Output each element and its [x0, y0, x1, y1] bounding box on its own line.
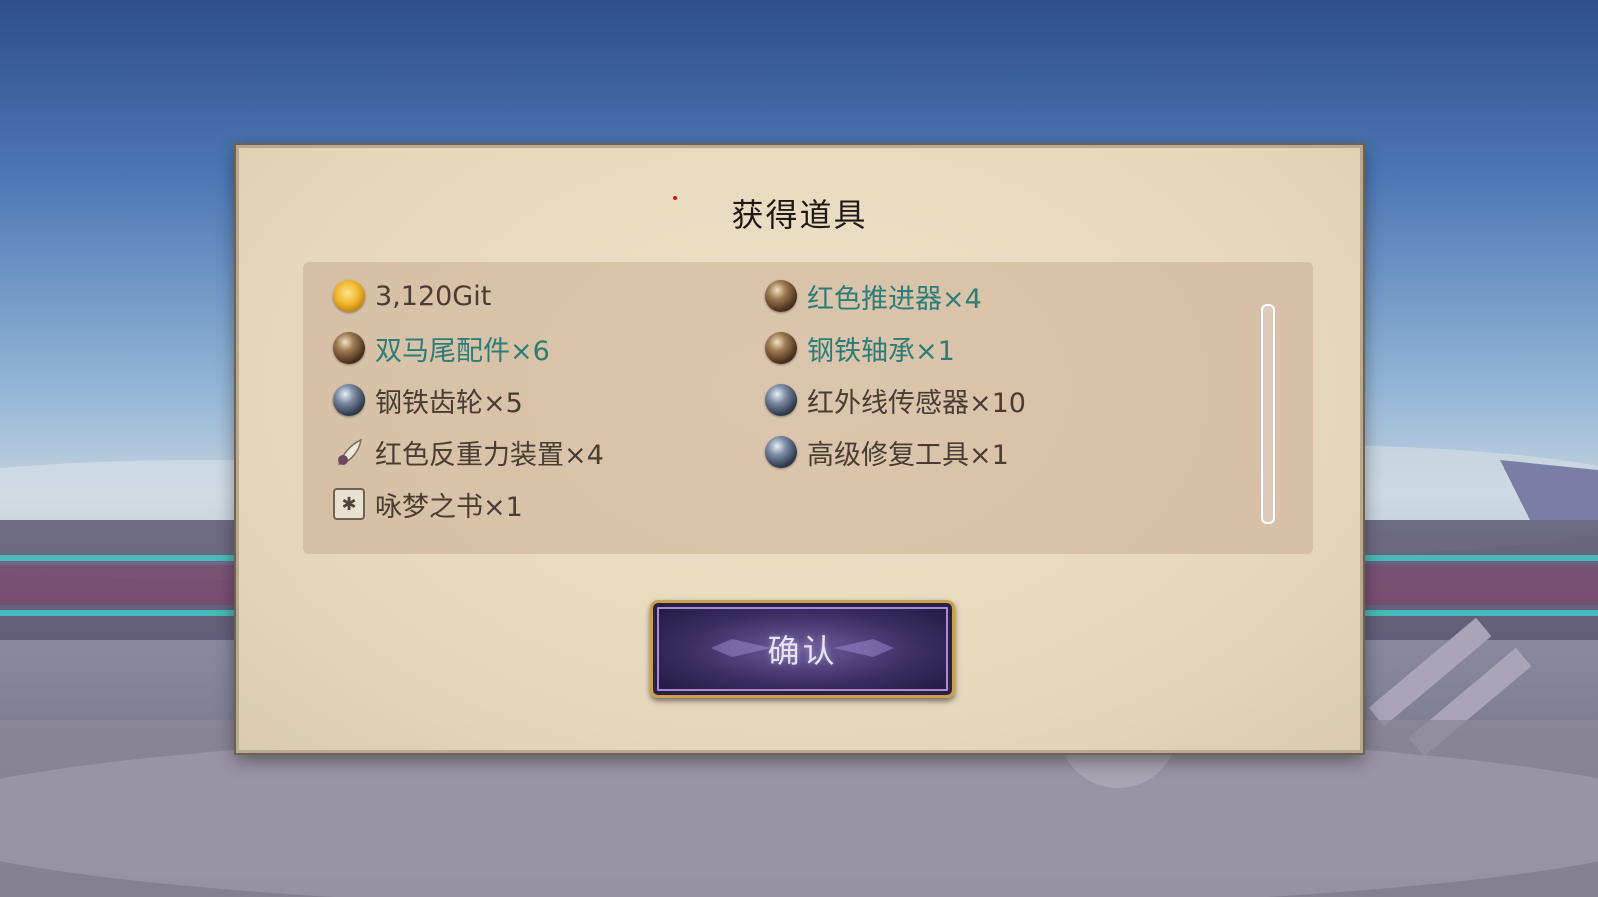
- item-reward-dialog: 获得道具 3,120Git 双马尾配件×6 钢铁齿轮×5 红色反重力装置×4 ✱…: [236, 145, 1363, 753]
- list-item: 红色反重力装置×4: [333, 432, 604, 472]
- steel-orb-icon: [765, 436, 797, 468]
- item-label: 红色反重力装置×4: [375, 439, 604, 471]
- list-item: 高级修复工具×1: [765, 432, 1009, 472]
- dialog-title: 获得道具: [731, 196, 868, 234]
- list-item: 红色推进器×4: [765, 276, 982, 316]
- list-item: 双马尾配件×6: [333, 328, 550, 368]
- feather-icon: [337, 438, 363, 465]
- item-label: 红外线传感器×10: [807, 387, 1026, 419]
- confirm-button-label: 确认: [767, 632, 838, 670]
- list-item: 钢铁齿轮×5: [333, 380, 523, 420]
- item-label: 钢铁轴承×1: [807, 335, 955, 367]
- list-item: 3,120Git: [333, 276, 491, 316]
- item-label: 双马尾配件×6: [375, 335, 550, 367]
- gold-coin-icon: [333, 280, 365, 312]
- item-label: 咏梦之书×1: [375, 491, 523, 523]
- list-item: 红外线传感器×10: [765, 380, 1026, 420]
- steel-orb-icon: [765, 384, 797, 416]
- bronze-orb-icon: [765, 280, 797, 312]
- book-icon: ✱: [333, 488, 365, 520]
- scrollbar[interactable]: [1261, 304, 1275, 524]
- button-ornament-right: [834, 639, 894, 657]
- item-label: 3,120Git: [375, 280, 492, 312]
- confirm-button[interactable]: 确认: [650, 600, 955, 698]
- list-item: 钢铁轴承×1: [765, 328, 955, 368]
- bronze-orb-icon: [765, 332, 797, 364]
- item-label: 红色推进器×4: [807, 283, 982, 315]
- item-label: 钢铁齿轮×5: [375, 387, 523, 419]
- item-label: 高级修复工具×1: [807, 439, 1009, 471]
- button-ornament-left: [711, 639, 771, 657]
- bronze-orb-icon: [333, 332, 365, 364]
- steel-orb-icon: [333, 384, 365, 416]
- item-list-panel: 3,120Git 双马尾配件×6 钢铁齿轮×5 红色反重力装置×4 ✱ 咏梦之书…: [303, 262, 1313, 554]
- list-item: ✱ 咏梦之书×1: [333, 484, 523, 524]
